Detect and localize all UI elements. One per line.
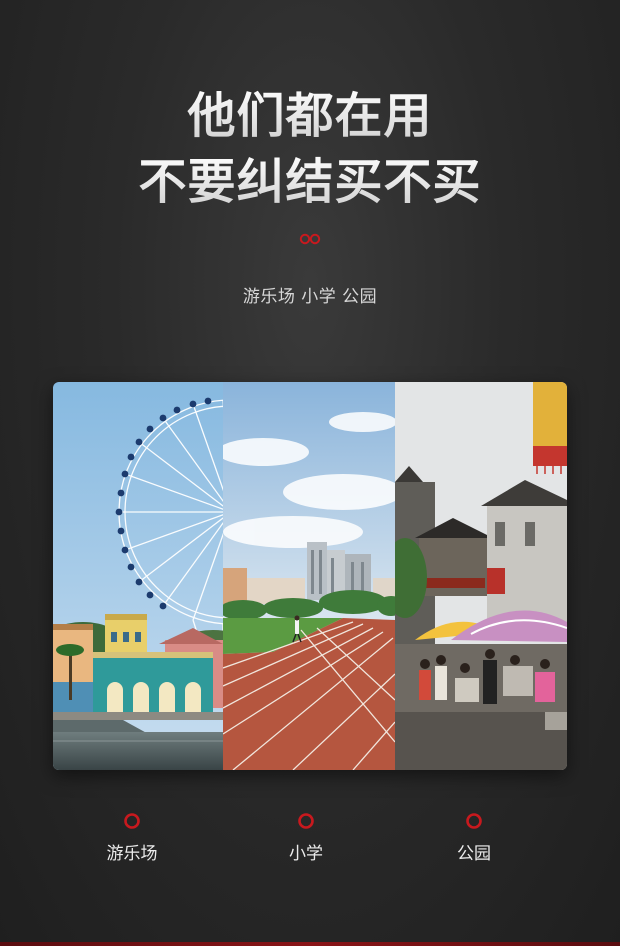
label-park: 公园 bbox=[414, 812, 534, 864]
label-school: 小学 bbox=[246, 812, 366, 864]
bottom-accent-bar bbox=[0, 942, 620, 946]
infinity-rings-icon bbox=[299, 233, 321, 245]
red-ring-icon bbox=[124, 813, 140, 829]
label-text: 公园 bbox=[457, 844, 491, 864]
headline-line-1: 他们都在用 bbox=[0, 86, 620, 146]
red-ring-icon bbox=[466, 813, 482, 829]
label-text: 小学 bbox=[289, 844, 323, 864]
subtitle: 游乐场 小学 公园 bbox=[242, 287, 378, 307]
photo-panel bbox=[53, 382, 567, 770]
scene-labels: 游乐场 小学 公园 bbox=[0, 812, 620, 872]
label-amusement-park: 游乐场 bbox=[72, 812, 192, 864]
amusement-park-photo bbox=[53, 382, 223, 770]
school-photo bbox=[223, 382, 395, 770]
headline-line-2: 不要纠结买不买 bbox=[0, 152, 620, 212]
label-text: 游乐场 bbox=[106, 844, 158, 864]
park-photo bbox=[395, 382, 567, 770]
red-ring-icon bbox=[298, 813, 314, 829]
